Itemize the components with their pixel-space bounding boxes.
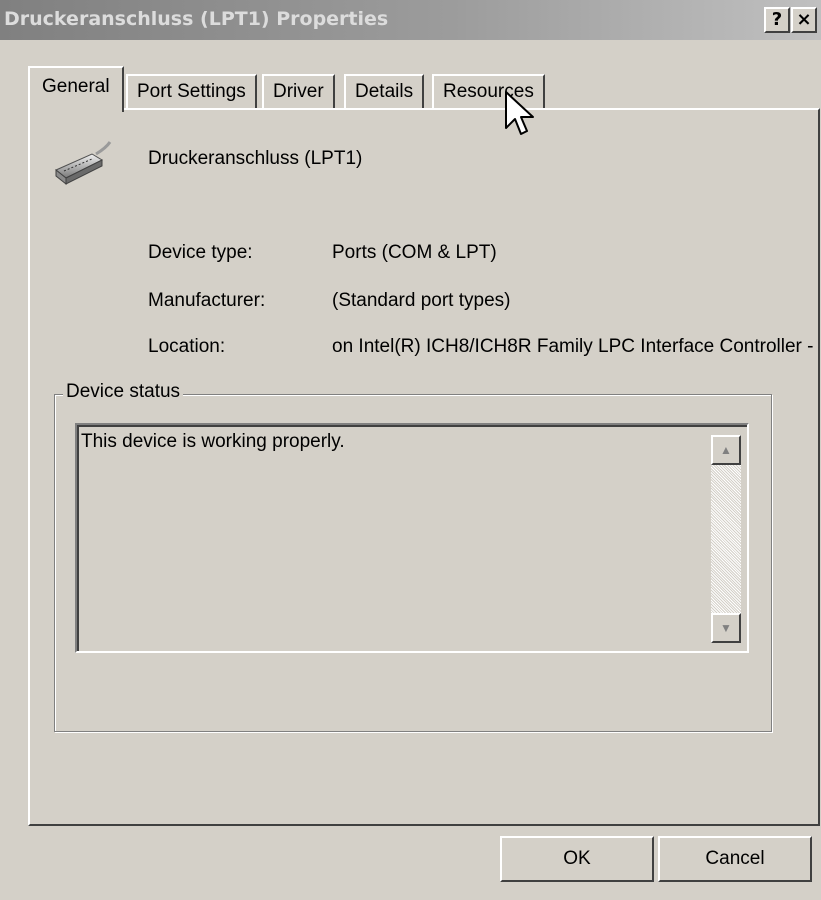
cancel-button[interactable]: Cancel [658, 836, 812, 882]
help-button[interactable]: ? [764, 7, 790, 33]
device-type-value: Ports (COM & LPT) [332, 242, 497, 263]
tab-details[interactable]: Details [344, 74, 425, 110]
general-tab-panel: Druckeranschluss (LPT1) Device type: Por… [28, 108, 820, 826]
device-type-label: Device type: [148, 242, 253, 263]
close-button[interactable]: × [791, 7, 817, 33]
tab-driver[interactable]: Driver [262, 74, 335, 110]
title-bar[interactable]: Druckeranschluss (LPT1) Properties ? × [0, 0, 821, 40]
device-name: Druckeranschluss (LPT1) [148, 148, 363, 169]
properties-dialog: Druckeranschluss (LPT1) Properties ? × G… [0, 0, 821, 900]
mouse-cursor-icon [505, 91, 534, 135]
status-scrollbar[interactable]: ▲ ▼ [711, 435, 741, 643]
device-status-label: Device status [63, 381, 184, 403]
device-status-group: Device status This device is working pro… [54, 381, 772, 732]
device-status-textbox-frame: This device is working properly. ▲ ▼ [77, 425, 747, 651]
ok-button[interactable]: OK [500, 836, 654, 882]
tab-general[interactable]: General [28, 66, 124, 112]
location-value: on Intel(R) ICH8/ICH8R Family LPC Interf… [332, 336, 818, 357]
location-label: Location: [148, 336, 226, 357]
device-status-textbox[interactable]: This device is working properly. ▲ ▼ [75, 423, 749, 653]
scroll-up-button[interactable]: ▲ [711, 435, 741, 465]
parallel-port-icon [55, 141, 112, 186]
manufacturer-label: Manufacturer: [148, 290, 266, 311]
tab-port-settings[interactable]: Port Settings [126, 74, 257, 110]
manufacturer-value: (Standard port types) [332, 290, 511, 311]
window-title: Druckeranschluss (LPT1) Properties [4, 8, 389, 30]
scroll-down-button[interactable]: ▼ [711, 613, 741, 643]
device-status-text: This device is working properly. [81, 431, 345, 452]
